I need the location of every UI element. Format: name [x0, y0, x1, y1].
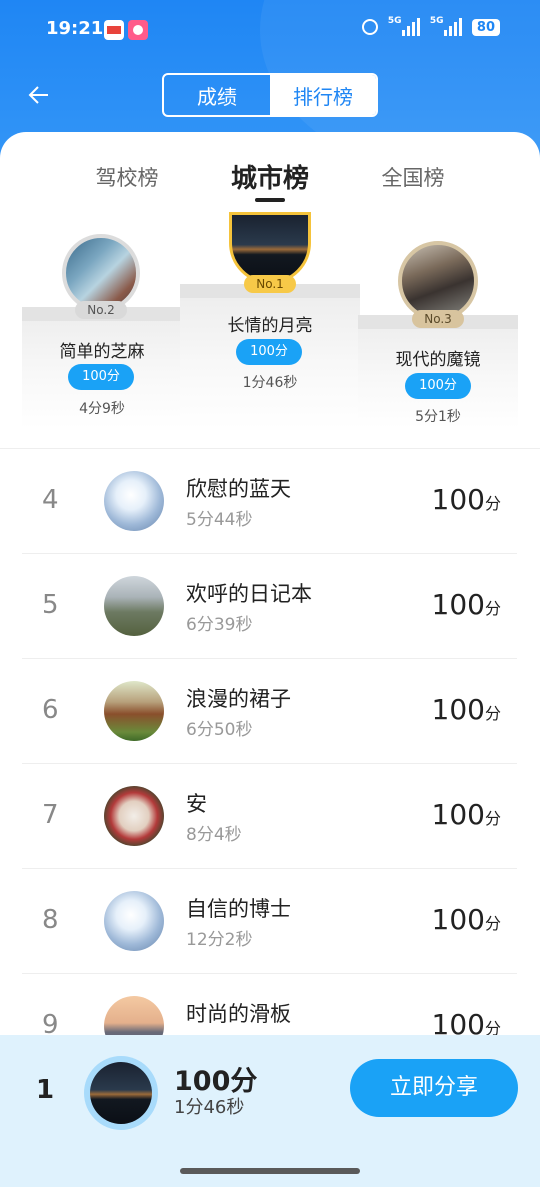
status-time: 19:21 — [46, 18, 104, 39]
ranking-row-rank: 4 — [42, 485, 59, 515]
ranking-row-name: 欣慰的蓝天 — [186, 477, 291, 501]
tab-school[interactable]: 驾校榜 — [92, 162, 162, 192]
ranking-row[interactable]: 4 欣慰的蓝天 5分44秒 100分 — [22, 449, 517, 554]
ranking-row-name: 浪漫的裙子 — [186, 687, 291, 711]
battery-indicator: 80 — [471, 18, 500, 36]
ranking-row[interactable]: 5 欢呼的日记本 6分39秒 100分 — [22, 554, 517, 659]
share-button[interactable]: 立即分享 — [350, 1059, 518, 1117]
notification-app-icon — [128, 20, 148, 40]
podium-first-name: 长情的月亮 — [227, 316, 313, 336]
ranking-row-time: 5分44秒 — [186, 510, 253, 530]
podium-third-score: 100分 — [405, 373, 471, 399]
my-rank-bar: 1 100分 1分46秒 立即分享 — [0, 1035, 540, 1187]
my-time: 1分46秒 — [174, 1097, 245, 1118]
ranking-row-name: 欢呼的日记本 — [186, 582, 312, 606]
alarm-icon — [361, 19, 378, 35]
back-button[interactable] — [26, 82, 54, 110]
podium-first-score: 100分 — [236, 339, 302, 365]
segment-control: 成绩 排行榜 — [162, 73, 378, 117]
rank-badge-first: No.1 — [244, 275, 296, 293]
ranking-row-score: 100分 — [431, 693, 501, 726]
ranking-row-rank: 6 — [42, 695, 59, 725]
my-rank-number: 1 — [36, 1075, 55, 1105]
ranking-row-name: 时尚的滑板 — [186, 1002, 291, 1026]
podium-second-name: 简单的芝麻 — [59, 342, 145, 362]
ranking-row-rank: 7 — [42, 800, 59, 830]
tab-indicator — [255, 198, 285, 202]
podium-second-time: 4分9秒 — [79, 401, 125, 417]
ranking-row-score: 100分 — [431, 588, 501, 621]
ranking-row[interactable]: 6 浪漫的裙子 6分50秒 100分 — [22, 659, 517, 764]
podium-first-time: 1分46秒 — [242, 375, 298, 391]
notification-app-icon — [104, 20, 124, 40]
tab-national[interactable]: 全国榜 — [378, 162, 448, 192]
ranking-row-time: 12分2秒 — [186, 930, 253, 950]
signal-icon: 5G — [388, 16, 420, 36]
segment-score[interactable]: 成绩 — [164, 75, 270, 115]
signal-icon: 5G — [430, 16, 462, 36]
ranking-row-score: 100分 — [431, 903, 501, 936]
home-indicator[interactable] — [180, 1168, 360, 1174]
avatar — [104, 891, 164, 951]
ranking-row-name: 自信的博士 — [186, 897, 291, 921]
ranking-row-time: 8分4秒 — [186, 825, 242, 845]
status-bar: 19:21 5G 5G 80 — [0, 14, 540, 48]
podium-third-name: 现代的魔镜 — [395, 350, 481, 370]
avatar — [104, 681, 164, 741]
podium-second-score: 100分 — [68, 364, 134, 390]
arrow-left-icon — [28, 86, 48, 104]
rank-badge-second: No.2 — [75, 301, 127, 319]
ranking-row[interactable]: 7 安 8分4秒 100分 — [22, 764, 517, 869]
avatar — [104, 786, 164, 846]
avatar — [104, 576, 164, 636]
segment-leaderboard[interactable]: 排行榜 — [270, 75, 376, 115]
avatar-third[interactable] — [398, 241, 478, 321]
ranking-row-rank: 5 — [42, 590, 59, 620]
ranking-row-name: 安 — [186, 792, 207, 816]
ranking-row-time: 6分39秒 — [186, 615, 253, 635]
avatar — [104, 471, 164, 531]
my-avatar[interactable] — [84, 1056, 158, 1130]
ranking-row-rank: 8 — [42, 905, 59, 935]
rank-badge-third: No.3 — [412, 310, 464, 328]
ranking-row[interactable]: 8 自信的博士 12分2秒 100分 — [22, 869, 517, 974]
ranking-row-score: 100分 — [431, 483, 501, 516]
podium-third-time: 5分1秒 — [415, 409, 461, 425]
ranking-row-score: 100分 — [431, 798, 501, 831]
ranking-row-time: 6分50秒 — [186, 720, 253, 740]
tab-city[interactable]: 城市榜 — [225, 158, 315, 195]
